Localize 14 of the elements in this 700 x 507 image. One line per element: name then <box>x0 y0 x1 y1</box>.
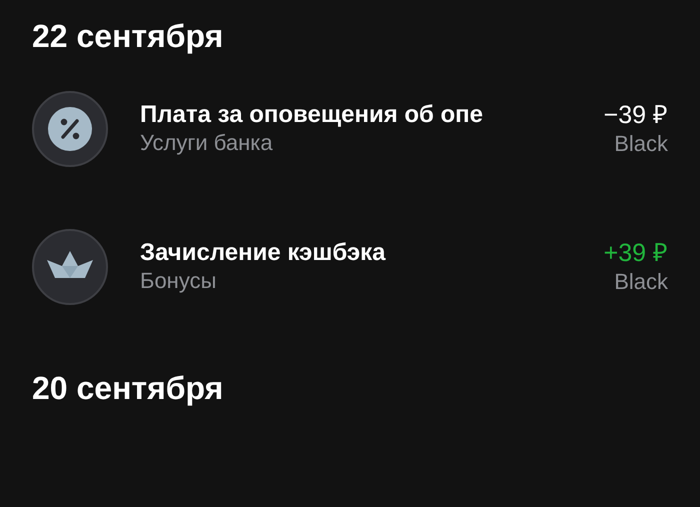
operation-amount: −39 ₽ <box>604 100 668 128</box>
operation-amount: +39 ₽ <box>604 238 668 266</box>
card-name: Black <box>614 130 668 156</box>
operation-title: Зачисление кэшбэка <box>140 238 386 266</box>
operation-category: Бонусы <box>140 268 216 292</box>
card-name: Black <box>614 268 668 294</box>
date-heading: 20 сентября <box>31 369 224 408</box>
crown-icon <box>32 229 108 305</box>
operation-title: Плата за оповещения об опе <box>140 100 484 128</box>
percent-icon <box>32 91 108 167</box>
date-heading: 22 сентября <box>31 17 224 56</box>
operation-category: Услуги банка <box>140 130 273 154</box>
operation-row[interactable]: Плата за оповещения об опе Услуги банка −39 ₽ Black <box>0 60 700 198</box>
operation-row[interactable]: Зачисление кэшбэка Бонусы +39 ₽ Black <box>0 198 700 336</box>
